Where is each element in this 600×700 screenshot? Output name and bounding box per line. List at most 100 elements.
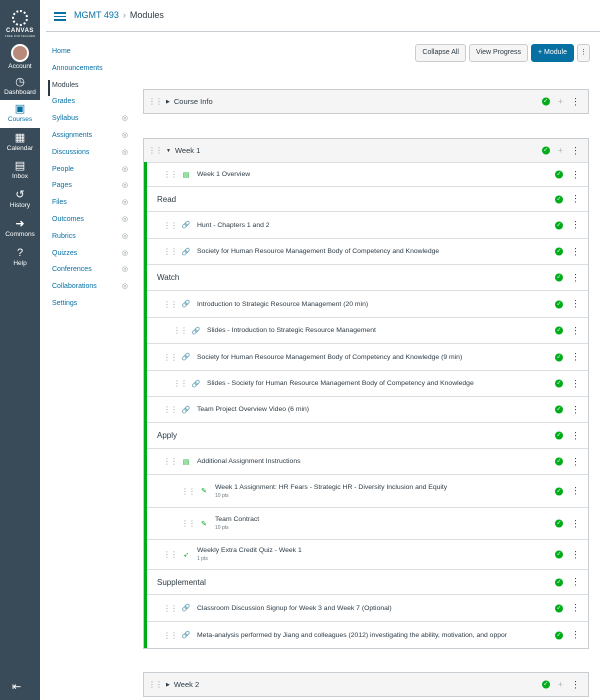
course-nav-files[interactable]: Files ◎ xyxy=(52,197,128,214)
module-item-assignment[interactable]: ⋮⋮ ✎ Team Contract 10 pts ✓ ⋮ xyxy=(147,507,588,539)
drag-handle-icon[interactable]: ⋮⋮ xyxy=(163,353,178,362)
published-check-icon[interactable]: ✓ xyxy=(555,457,563,466)
drag-handle-icon[interactable]: ⋮⋮ xyxy=(163,300,178,309)
course-nav-quizzes[interactable]: Quizzes ◎ xyxy=(52,248,128,265)
item-menu-icon[interactable]: ⋮ xyxy=(571,630,580,641)
module-item-page[interactable]: ⋮⋮ ▤ Additional Assignment Instructions … xyxy=(147,448,588,474)
add-item-icon[interactable]: + xyxy=(558,97,563,107)
published-check-icon[interactable]: ✓ xyxy=(555,300,563,308)
drag-handle-icon[interactable]: ⋮⋮ xyxy=(163,170,178,179)
course-nav-assignments[interactable]: Assignments ◎ xyxy=(52,130,128,147)
published-check-icon[interactable]: ✓ xyxy=(555,405,563,414)
drag-handle-icon[interactable]: ⋮⋮ xyxy=(163,457,178,466)
item-menu-icon[interactable]: ⋮ xyxy=(571,325,580,336)
global-nav-history[interactable]: ↺ History xyxy=(0,189,40,209)
module-item-quiz[interactable]: ⋮⋮ ➶ Weekly Extra Credit Quiz - Week 11 … xyxy=(147,539,588,569)
item-menu-icon[interactable]: ⋮ xyxy=(571,404,580,415)
module-item-link[interactable]: ⋮⋮ 🔗 Slides - Introduction to Strategic … xyxy=(147,317,588,343)
caret-down-icon[interactable]: ▼ xyxy=(166,148,171,154)
global-nav-courses[interactable]: ▣ Courses xyxy=(0,100,40,128)
published-check-icon[interactable]: ✓ xyxy=(555,604,563,612)
course-nav-rubrics[interactable]: Rubrics ◎ xyxy=(52,231,128,248)
module-item-link[interactable]: ⋮⋮ 🔗 Classroom Discussion Signup for Wee… xyxy=(147,594,588,621)
global-nav-help[interactable]: ? Help xyxy=(0,247,40,267)
module-item-link[interactable]: ⋮⋮ 🔗 Meta-analysis performed by Jiang an… xyxy=(147,621,588,648)
global-nav-account[interactable]: Account xyxy=(0,44,40,70)
more-options-icon[interactable]: ⋮ xyxy=(577,44,590,62)
drag-handle-icon[interactable]: ⋮⋮ xyxy=(173,326,188,335)
drag-handle-icon[interactable]: ⋮⋮ xyxy=(163,604,178,613)
course-nav-pages[interactable]: Pages ◎ xyxy=(52,180,128,197)
module-item-link[interactable]: ⋮⋮ 🔗 Society for Human Resource Manageme… xyxy=(147,343,588,370)
drag-handle-icon[interactable]: ⋮⋮ xyxy=(181,487,196,496)
drag-handle-icon[interactable]: ⋮⋮ xyxy=(163,550,178,559)
drag-handle-icon[interactable]: ⋮⋮ xyxy=(148,146,163,155)
drag-handle-icon[interactable]: ⋮⋮ xyxy=(163,221,178,230)
published-check-icon[interactable]: ✓ xyxy=(555,170,563,179)
collapse-all-button[interactable]: Collapse All xyxy=(415,44,466,62)
module-menu-icon[interactable]: ⋮ xyxy=(571,679,580,690)
item-menu-icon[interactable]: ⋮ xyxy=(571,194,580,205)
module-header[interactable]: ⋮⋮ ▼ Week 1 ✓ + ⋮ xyxy=(144,139,588,162)
module-item-link[interactable]: ⋮⋮ 🔗 Hunt - Chapters 1 and 2 ✓ ⋮ xyxy=(147,211,588,238)
item-menu-icon[interactable]: ⋮ xyxy=(571,549,580,560)
canvas-logo[interactable]: CANVAS FREE FOR TEACHER xyxy=(0,10,40,38)
published-check-icon[interactable]: ✓ xyxy=(555,353,563,361)
item-menu-icon[interactable]: ⋮ xyxy=(571,220,580,231)
module-item-link[interactable]: ⋮⋮ 🔗 Society for Human Resource Manageme… xyxy=(147,238,588,264)
module-item-assignment[interactable]: ⋮⋮ ✎ Week 1 Assignment: HR Fears - Strat… xyxy=(147,474,588,507)
course-nav-collaborations[interactable]: Collaborations ◎ xyxy=(52,281,128,298)
add-item-icon[interactable]: + xyxy=(558,146,563,156)
published-check-icon[interactable]: ✓ xyxy=(555,221,563,229)
module-item-link[interactable]: ⋮⋮ 🔗 Team Project Overview Video (6 min)… xyxy=(147,396,588,422)
collapse-nav-icon[interactable]: ⇤ xyxy=(12,680,21,693)
course-nav-syllabus[interactable]: Syllabus ◎ xyxy=(52,113,128,130)
published-check-icon[interactable]: ✓ xyxy=(541,146,550,155)
drag-handle-icon[interactable]: ⋮⋮ xyxy=(163,405,178,414)
published-check-icon[interactable]: ✓ xyxy=(555,273,563,282)
global-nav-calendar[interactable]: ▦ Calendar xyxy=(0,132,40,152)
module-menu-icon[interactable]: ⋮ xyxy=(571,96,580,107)
global-nav-dashboard[interactable]: ◷ Dashboard xyxy=(0,76,40,96)
published-check-icon[interactable]: ✓ xyxy=(555,550,563,559)
published-check-icon[interactable]: ✓ xyxy=(555,326,563,335)
item-menu-icon[interactable]: ⋮ xyxy=(571,272,580,283)
course-nav-grades[interactable]: Grades xyxy=(52,96,128,113)
course-nav-settings[interactable]: Settings xyxy=(52,298,128,315)
item-menu-icon[interactable]: ⋮ xyxy=(571,430,580,441)
published-check-icon[interactable]: ✓ xyxy=(555,631,563,639)
module-menu-icon[interactable]: ⋮ xyxy=(571,145,580,156)
caret-right-icon[interactable]: ▶ xyxy=(166,99,170,105)
view-progress-button[interactable]: View Progress xyxy=(468,44,528,62)
published-check-icon[interactable]: ✓ xyxy=(555,431,563,440)
item-menu-icon[interactable]: ⋮ xyxy=(571,518,580,529)
published-check-icon[interactable]: ✓ xyxy=(555,578,563,586)
add-item-icon[interactable]: + xyxy=(558,680,563,690)
item-menu-icon[interactable]: ⋮ xyxy=(571,577,580,588)
module-item-link[interactable]: ⋮⋮ 🔗 Slides - Society for Human Resource… xyxy=(147,370,588,396)
drag-handle-icon[interactable]: ⋮⋮ xyxy=(148,680,163,689)
published-check-icon[interactable]: ✓ xyxy=(555,487,563,495)
module-item-page[interactable]: ⋮⋮ ▤ Week 1 Overview ✓ ⋮ xyxy=(147,162,588,186)
course-nav-modules[interactable]: Modules xyxy=(48,79,128,97)
item-menu-icon[interactable]: ⋮ xyxy=(571,378,580,389)
module-item-link[interactable]: ⋮⋮ 🔗 Introduction to Strategic Resource … xyxy=(147,290,588,317)
published-check-icon[interactable]: ✓ xyxy=(541,680,550,689)
course-nav-people[interactable]: People ◎ xyxy=(52,164,128,181)
item-menu-icon[interactable]: ⋮ xyxy=(571,603,580,614)
caret-right-icon[interactable]: ▶ xyxy=(166,682,170,688)
drag-handle-icon[interactable]: ⋮⋮ xyxy=(163,631,178,640)
global-nav-inbox[interactable]: ▤ Inbox xyxy=(0,160,40,180)
course-nav-announcements[interactable]: Announcements xyxy=(52,63,128,80)
global-nav-commons[interactable]: ➜ Commons xyxy=(0,218,40,238)
module-header[interactable]: ⋮⋮ ▶ Course Info ✓ + ⋮ xyxy=(144,90,588,113)
item-menu-icon[interactable]: ⋮ xyxy=(571,456,580,467)
item-menu-icon[interactable]: ⋮ xyxy=(571,246,580,257)
course-nav-conferences[interactable]: Conferences ◎ xyxy=(52,264,128,281)
drag-handle-icon[interactable]: ⋮⋮ xyxy=(148,97,163,106)
course-nav-outcomes[interactable]: Outcomes ◎ xyxy=(52,214,128,231)
published-check-icon[interactable]: ✓ xyxy=(555,519,563,528)
add-module-button[interactable]: + Module xyxy=(531,44,574,62)
breadcrumb-course-link[interactable]: MGMT 493 xyxy=(74,10,119,20)
module-header[interactable]: ⋮⋮ ▶ Week 2 ✓ + ⋮ xyxy=(144,673,588,696)
